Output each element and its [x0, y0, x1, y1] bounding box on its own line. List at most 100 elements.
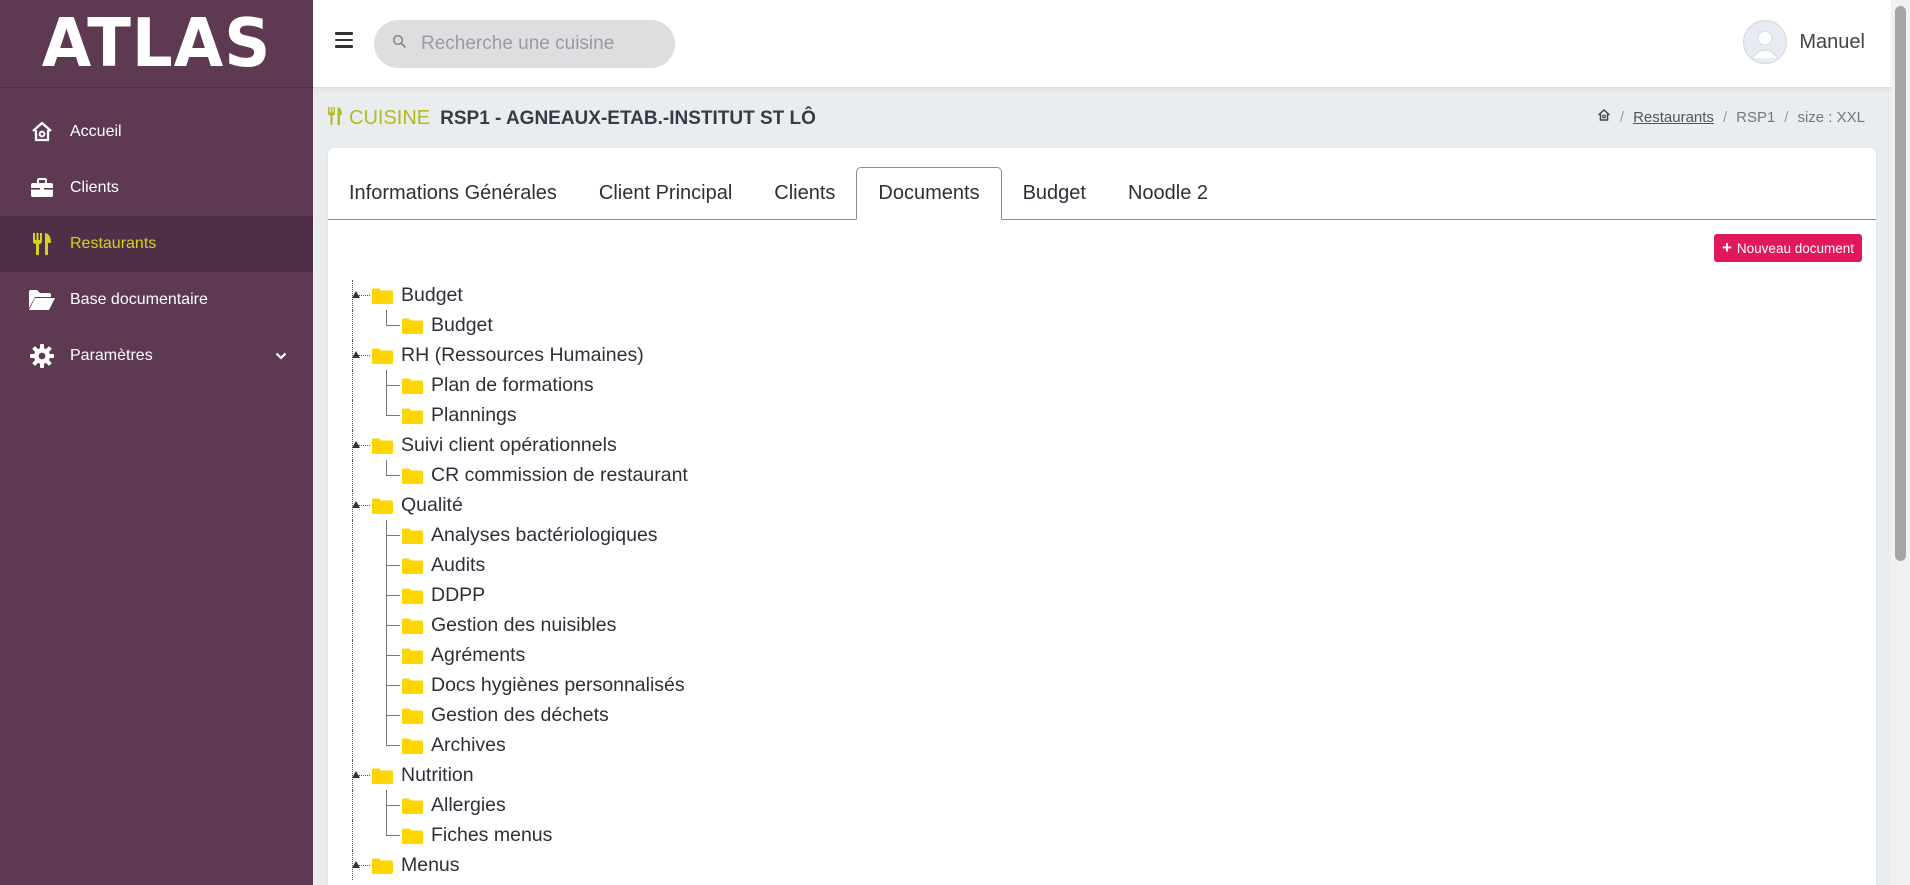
tree-subfolder-label[interactable]: Plannings [431, 404, 517, 427]
tree-folder-label[interactable]: RH (Ressources Humaines) [401, 344, 644, 367]
breadcrumb-link-restaurants[interactable]: Restaurants [1633, 109, 1714, 126]
tree-subfolder-row[interactable]: Plannings [348, 400, 688, 430]
folder-icon[interactable] [402, 587, 423, 604]
chevron-down-icon[interactable] [275, 347, 287, 365]
tree-folder-label[interactable]: Qualité [401, 494, 463, 517]
tree-subfolder-row[interactable]: Gestion des déchets [348, 700, 688, 730]
folder-icon[interactable] [402, 617, 423, 634]
folder-icon[interactable] [372, 347, 393, 364]
utensils-icon [327, 106, 343, 131]
tree-subfolder-row[interactable]: Budget [348, 310, 688, 340]
folder-icon[interactable] [372, 437, 393, 454]
avatar[interactable] [1743, 20, 1788, 64]
folder-icon[interactable] [372, 497, 393, 514]
tree-subfolder-row[interactable]: Docs hygiènes personnalisés [348, 670, 688, 700]
tree-line [386, 655, 400, 656]
folder-icon[interactable] [402, 707, 423, 724]
sidebar-item-label: Restaurants [70, 235, 157, 252]
tab-noodle-2[interactable]: Noodle 2 [1107, 167, 1229, 219]
logo[interactable]: ATLAS [42, 5, 272, 83]
folder-icon[interactable] [402, 467, 423, 484]
tree-subfolder-label[interactable]: Archives [431, 734, 506, 757]
tree-folder-label[interactable]: Suivi client opérationnels [401, 434, 617, 457]
tree-line [386, 715, 400, 716]
tree-subfolder-row[interactable]: Audits [348, 550, 688, 580]
new-document-button[interactable]: + Nouveau document [1713, 234, 1862, 262]
tree-folder-label[interactable]: Budget [401, 284, 463, 307]
tree-folder-row[interactable]: Budget [348, 280, 688, 310]
folder-icon[interactable] [372, 767, 393, 784]
search-box[interactable] [374, 20, 675, 68]
user-menu[interactable]: Manuel [1743, 20, 1865, 64]
folder-icon[interactable] [402, 407, 423, 424]
hamburger-menu-icon[interactable] [335, 32, 353, 48]
breadcrumb-item: RSP1 [1736, 108, 1776, 126]
folder-icon[interactable] [402, 797, 423, 814]
tree-subfolder-row[interactable]: Analyses bactériologiques [348, 520, 688, 550]
tree-subfolder-row[interactable]: Agréments [348, 640, 688, 670]
tree-subfolder-label[interactable]: Agréments [431, 644, 525, 667]
sidebar-item-restaurants[interactable]: Restaurants [0, 216, 313, 272]
tab-client-principal[interactable]: Client Principal [578, 167, 753, 219]
tree-subfolder-label[interactable]: Gestion des nuisibles [431, 614, 616, 637]
user-name[interactable]: Manuel [1799, 31, 1865, 54]
tree-subfolder-label[interactable]: Analyses bactériologiques [431, 524, 658, 547]
tree-subfolder-row[interactable]: Gestion des nuisibles [348, 610, 688, 640]
tree-line [386, 595, 400, 596]
folder-icon[interactable] [402, 557, 423, 574]
folder-icon[interactable] [402, 527, 423, 544]
tree-subfolder-label[interactable]: Allergies [431, 794, 506, 817]
tree-folder-row[interactable]: Menus [348, 850, 688, 880]
folder-icon[interactable] [402, 377, 423, 394]
folder-icon[interactable] [402, 677, 423, 694]
scrollbar-thumb[interactable] [1895, 6, 1906, 561]
tree-folder-row[interactable]: RH (Ressources Humaines) [348, 340, 688, 370]
tree-folder-label[interactable]: Nutrition [401, 764, 474, 787]
tree-subfolder-row[interactable]: Fiches menus [348, 820, 688, 850]
tree-folder-label[interactable]: Menus [401, 854, 460, 877]
topbar: Manuel [313, 0, 1891, 88]
tab-clients[interactable]: Clients [753, 167, 856, 219]
tree-subfolder-row[interactable]: Archives [348, 730, 688, 760]
home-icon[interactable] [1597, 108, 1611, 126]
search-input[interactable] [421, 33, 651, 55]
tree-subfolder-label[interactable]: Budget [431, 314, 493, 337]
tree-subfolder-row[interactable]: Allergies [348, 790, 688, 820]
tree-folder-row[interactable]: Nutrition [348, 760, 688, 790]
tree-line [386, 835, 400, 836]
breadcrumb-item: size : XXL [1797, 108, 1865, 126]
content-card: Informations Générales Client Principal … [328, 148, 1876, 885]
tree-subfolder-row[interactable]: CR commission de restaurant [348, 460, 688, 490]
sidebar-item-parametres[interactable]: Paramètres [0, 328, 313, 384]
folder-icon[interactable] [402, 737, 423, 754]
new-document-label: Nouveau document [1736, 240, 1854, 256]
tab-budget[interactable]: Budget [1002, 167, 1107, 219]
tree-subfolder-label[interactable]: Plan de formations [431, 374, 594, 397]
tree-subfolder-row[interactable]: Plan de formations [348, 370, 688, 400]
tree-line [386, 385, 400, 386]
folder-icon[interactable] [372, 857, 393, 874]
tree-subfolder-label[interactable]: DDPP [431, 584, 485, 607]
tree-subfolder-label[interactable]: Gestion des déchets [431, 704, 609, 727]
tab-informations-generales[interactable]: Informations Générales [328, 167, 578, 219]
tree-subfolder-label[interactable]: CR commission de restaurant [431, 464, 688, 487]
tree-line [352, 670, 353, 700]
tree-folder-row[interactable]: Suivi client opérationnels [348, 430, 688, 460]
folder-icon[interactable] [402, 317, 423, 334]
sidebar-item-clients[interactable]: Clients [0, 160, 313, 216]
tree-folder-row[interactable]: Qualité [348, 490, 688, 520]
tree-subfolder-row[interactable]: DDPP [348, 580, 688, 610]
folder-icon[interactable] [402, 827, 423, 844]
folder-icon[interactable] [372, 287, 393, 304]
document-tree: Budget Budget RH (Ressources Humaines) Plan… [348, 280, 688, 880]
tree-line [352, 790, 353, 820]
sidebar-item-accueil[interactable]: Accueil [0, 104, 313, 160]
tree-subfolder-label[interactable]: Docs hygiènes personnalisés [431, 674, 685, 697]
folder-icon[interactable] [402, 647, 423, 664]
tree-subfolder-label[interactable]: Audits [431, 554, 485, 577]
scrollbar[interactable] [1891, 0, 1910, 885]
tab-documents[interactable]: Documents [856, 167, 1002, 220]
sidebar-item-base-documentaire[interactable]: Base documentaire [0, 272, 313, 328]
tree-subfolder-label[interactable]: Fiches menus [431, 824, 552, 847]
tree-line [352, 820, 353, 850]
